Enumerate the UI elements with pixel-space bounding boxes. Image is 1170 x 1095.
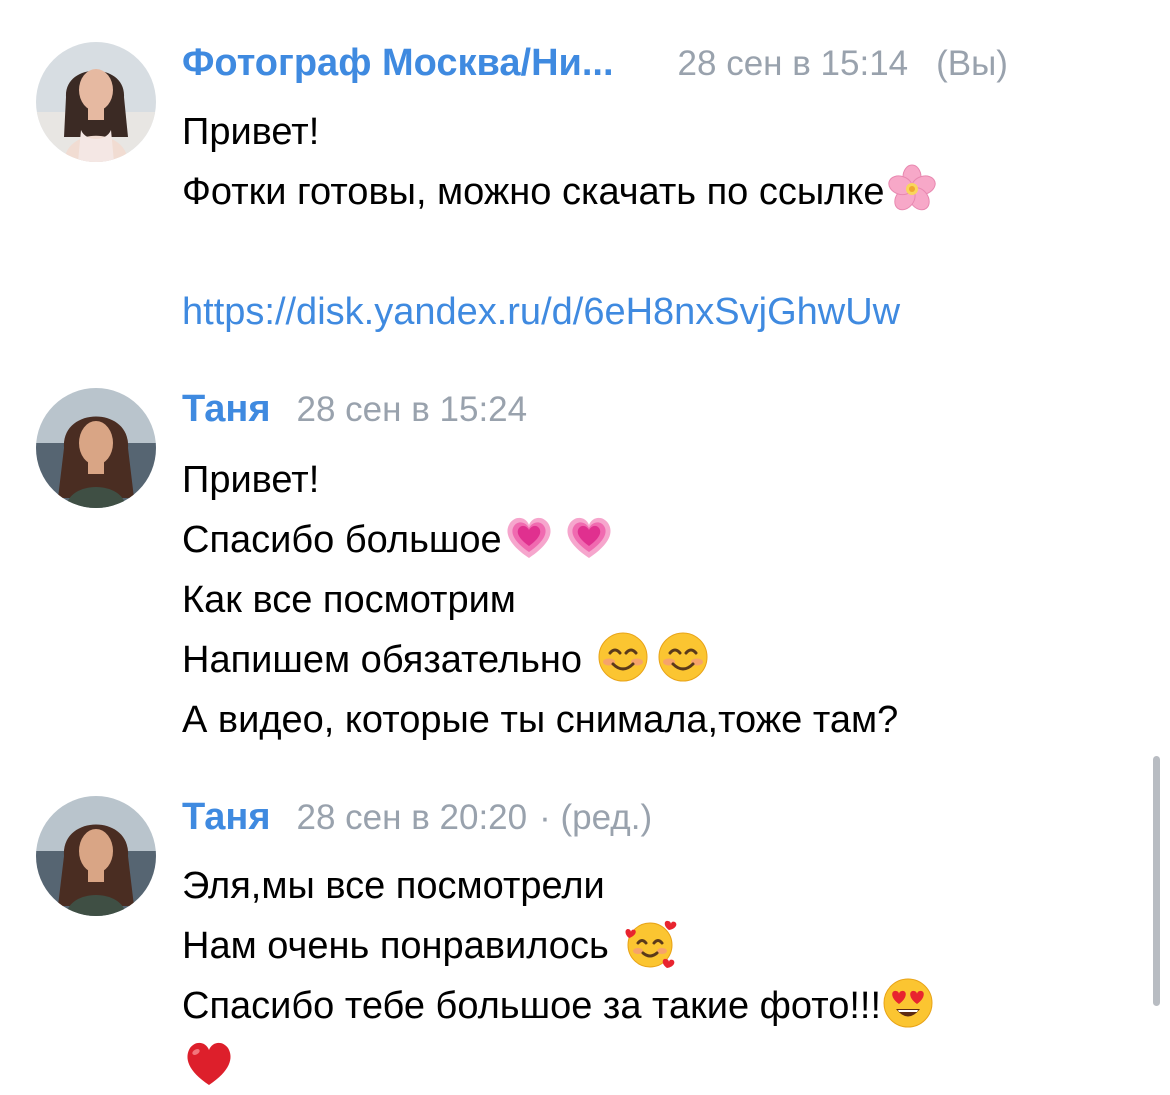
smiling-face-with-hearts-icon [623, 916, 677, 970]
avatar-photo [36, 796, 156, 916]
heart-eyes-icon [881, 976, 935, 1030]
message-line: Эля,мы все посмотрели [182, 865, 605, 907]
message-line: А видео, которые ты снимала,тоже там? [182, 699, 899, 741]
avatar-tanya[interactable] [36, 388, 156, 508]
link-line: https://disk.yandex.ru/d/6eH8nxSvjGhwUw [182, 282, 939, 342]
smiling-face-icon [656, 630, 710, 684]
red-heart-icon [182, 1036, 236, 1090]
edited-label: · (ред.) [539, 798, 653, 837]
download-link[interactable]: https://disk.yandex.ru/d/6eH8nxSvjGhwUw [182, 291, 900, 333]
message-header: Таня 28 сен в 20:20 · (ред.) [182, 796, 652, 839]
message-text: Спасибо тебе большое за такие фото!!! [182, 985, 882, 1027]
avatar-photo [36, 42, 156, 162]
scrollbar-thumb[interactable] [1153, 756, 1160, 1006]
message-line: Как все посмотрим [182, 579, 516, 621]
message-line-with-emoji: Спасибо большое [182, 510, 898, 570]
message-text: Спасибо большое [182, 519, 502, 561]
message-line-with-emoji [182, 1036, 935, 1095]
message-body: Привет! Спасибо большое Как все посмотри… [182, 450, 898, 750]
avatar-photographer[interactable] [36, 42, 156, 162]
message-time[interactable]: 28 сен в 15:24 [297, 390, 528, 430]
message-header: Фотограф Москва/Ни... 28 сен в 15:14 (Вы… [182, 42, 1008, 85]
cherry-blossom-icon [885, 162, 939, 216]
avatar-photo [36, 388, 156, 508]
message-line-with-emoji: Нам очень понравилось [182, 916, 935, 976]
message-header: Таня 28 сен в 15:24 [182, 388, 527, 431]
author-name[interactable]: Таня [182, 796, 271, 839]
message-body: Эля,мы все посмотрели Нам очень понравил… [182, 856, 935, 1095]
message-line-with-emoji: Фотки готовы, можно скачать по ссылке [182, 162, 939, 222]
own-message-label: (Вы) [936, 44, 1008, 83]
message-time[interactable]: 28 сен в 20:20 [297, 798, 528, 838]
message-line: Привет! [182, 459, 320, 501]
message-line-with-emoji: Спасибо тебе большое за такие фото!!! [182, 976, 935, 1036]
growing-heart-icon [562, 510, 616, 564]
message-time[interactable]: 28 сен в 15:14 [678, 44, 909, 84]
author-name[interactable]: Фотограф Москва/Ни... [182, 42, 614, 85]
author-name[interactable]: Таня [182, 388, 271, 431]
message-text: Нам очень понравилось [182, 925, 609, 967]
smiling-face-icon [596, 630, 650, 684]
message-text: Фотки готовы, можно скачать по ссылке [182, 171, 885, 213]
growing-heart-icon [502, 510, 556, 564]
message-text: Напишем обязательно [182, 639, 582, 681]
message-body: Привет! Фотки готовы, можно скачать по с… [182, 102, 939, 342]
message-line: Привет! [182, 111, 320, 153]
avatar-tanya[interactable] [36, 796, 156, 916]
chat-history: Фотограф Москва/Ни... 28 сен в 15:14 (Вы… [0, 0, 1170, 1095]
message-line-with-emoji: Напишем обязательно [182, 630, 898, 690]
